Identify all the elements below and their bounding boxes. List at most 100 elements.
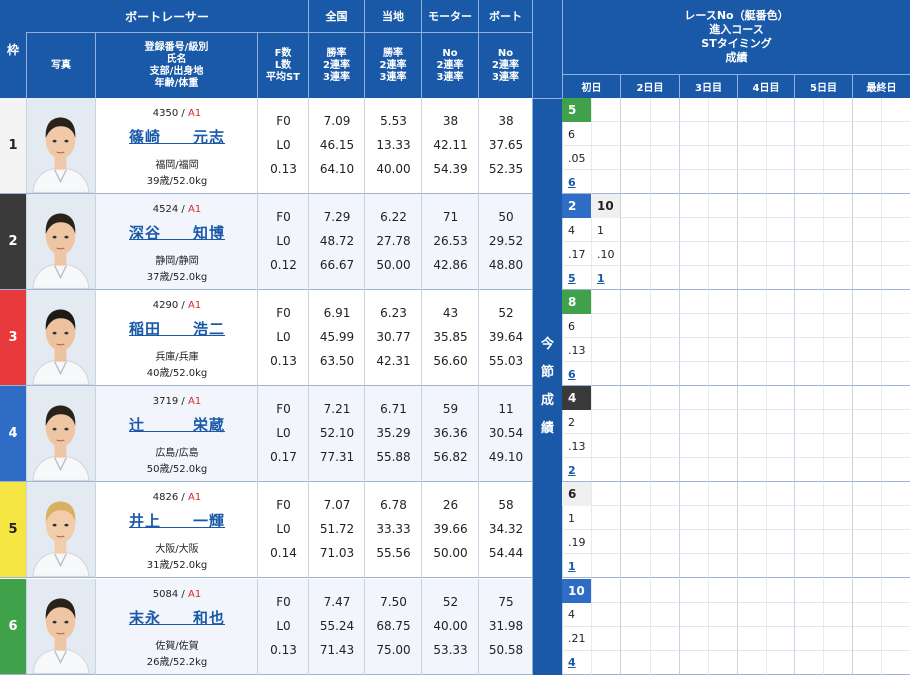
waku-number: 2: [0, 194, 26, 291]
st-timing: .13: [568, 343, 586, 357]
race-result-link[interactable]: 6: [568, 176, 576, 189]
result-cell: [679, 314, 708, 339]
result-cell: [823, 410, 852, 435]
result-cell: [852, 554, 881, 579]
stat-f: F0: [276, 306, 291, 321]
racer-portrait-icon: [27, 194, 95, 289]
racer-name-link[interactable]: 辻 栄蔵: [96, 414, 258, 435]
result-cell: [708, 98, 737, 123]
result-cell: [852, 194, 881, 219]
result-cell: [737, 506, 766, 531]
boatracer-header: ボートレーサー: [26, 0, 308, 32]
stat-value: 43: [442, 306, 459, 321]
racer-photo: [26, 578, 95, 674]
result-cell: [852, 650, 881, 675]
result-cell: [679, 506, 708, 531]
result-cell: [881, 122, 910, 147]
stat-l: L0: [276, 234, 291, 249]
result-cell: [591, 482, 620, 507]
result-cell: [650, 506, 679, 531]
result-cell: [823, 338, 852, 363]
result-cell: [852, 482, 881, 507]
fl-stats: F0 L0 0.13: [257, 578, 308, 675]
local-stats: 5.53 13.33 40.00: [364, 98, 421, 195]
result-cell: [737, 482, 766, 507]
result-cell: [794, 458, 823, 483]
stat-value: 30.54: [488, 426, 524, 441]
result-cell: [823, 458, 852, 483]
racer-name-link[interactable]: 末永 和也: [96, 607, 258, 628]
stat-value: 63.50: [319, 354, 355, 369]
stat-st: 0.14: [270, 546, 297, 561]
race-result-link[interactable]: 2: [568, 464, 576, 477]
racer-name-link[interactable]: 井上 一輝: [96, 510, 258, 531]
racer-name-link[interactable]: 稲田 浩二: [96, 318, 258, 339]
stat-value: 55.88: [376, 450, 411, 465]
result-cell: [852, 506, 881, 531]
result-cell: [852, 626, 881, 651]
racer-info: 3719 / A1 辻 栄蔵 広島/広島 50歳/52.0kg: [95, 386, 258, 483]
boat-subheader-line: 3連率: [492, 71, 519, 83]
stat-st: 0.13: [270, 354, 297, 369]
race-result-link[interactable]: 4: [568, 656, 576, 669]
result-cell: [794, 218, 823, 243]
reg-number: 5084: [152, 588, 179, 600]
result-cell: [679, 194, 708, 219]
stat-value: 35.85: [433, 330, 468, 345]
racer-name-link[interactable]: 深谷 知博: [96, 222, 258, 243]
racer-name-link[interactable]: 篠崎 元志: [96, 126, 258, 147]
racer-portrait-icon: [27, 579, 95, 674]
fl-stats: F0 L0 0.13: [257, 290, 308, 387]
result-cell: [620, 170, 650, 195]
result-cell: [679, 434, 708, 459]
race-result-link[interactable]: 1: [597, 272, 605, 285]
result-cell: [620, 266, 650, 291]
result-cell: [823, 314, 852, 339]
boat-subheader-line: 2連率: [492, 59, 519, 71]
result-cell: [591, 554, 620, 579]
fl-header-line: L数: [274, 59, 292, 71]
result-cell: [591, 410, 620, 435]
race-result-link[interactable]: 5: [568, 272, 576, 285]
entry-course: 4: [568, 223, 575, 237]
motor-subheader-line: 2連率: [436, 59, 464, 71]
result-cell: [650, 554, 679, 579]
result-cell: [591, 458, 620, 483]
stat-value: 6.78: [380, 498, 407, 513]
racer-branch: 福岡/福岡: [155, 160, 199, 171]
stat-value: 29.52: [488, 234, 524, 249]
stat-value: 40.00: [433, 618, 468, 633]
stat-value: 6.22: [380, 210, 407, 225]
konsetsu-label: 今節成績: [532, 98, 562, 675]
result-cell: [794, 410, 823, 435]
result-cell: [766, 266, 794, 291]
photo-header: 写真: [26, 32, 95, 98]
stat-value: 55.56: [376, 546, 411, 561]
waku-number: 4: [0, 386, 26, 483]
result-cell: [650, 266, 679, 291]
entry-course: 6: [568, 319, 575, 333]
stat-st: 0.17: [270, 450, 297, 465]
stat-value: 7.50: [380, 594, 407, 609]
result-cell: [737, 146, 766, 171]
race-result-link[interactable]: 1: [568, 560, 576, 573]
result-cell: [794, 626, 823, 651]
stat-value: 38: [442, 114, 459, 128]
result-cell: [737, 458, 766, 483]
stat-value: 46.15: [319, 138, 355, 152]
result-cell: [766, 362, 794, 387]
result-cell: [852, 338, 881, 363]
racer-class: A1: [187, 396, 202, 408]
result-cell: [708, 290, 737, 315]
race-result-link[interactable]: 6: [568, 368, 576, 381]
reg-sep: /: [178, 492, 188, 504]
result-cell: [591, 434, 620, 459]
result-cell: [591, 146, 620, 171]
entry-course: 4: [568, 608, 575, 622]
profile-header-line: 年齢/体重: [154, 77, 199, 89]
st-timing: .13: [568, 439, 586, 453]
result-cell: [591, 602, 620, 627]
result-cell: [737, 290, 766, 315]
stat-value: 56.82: [433, 450, 468, 465]
result-cell: [591, 314, 620, 339]
